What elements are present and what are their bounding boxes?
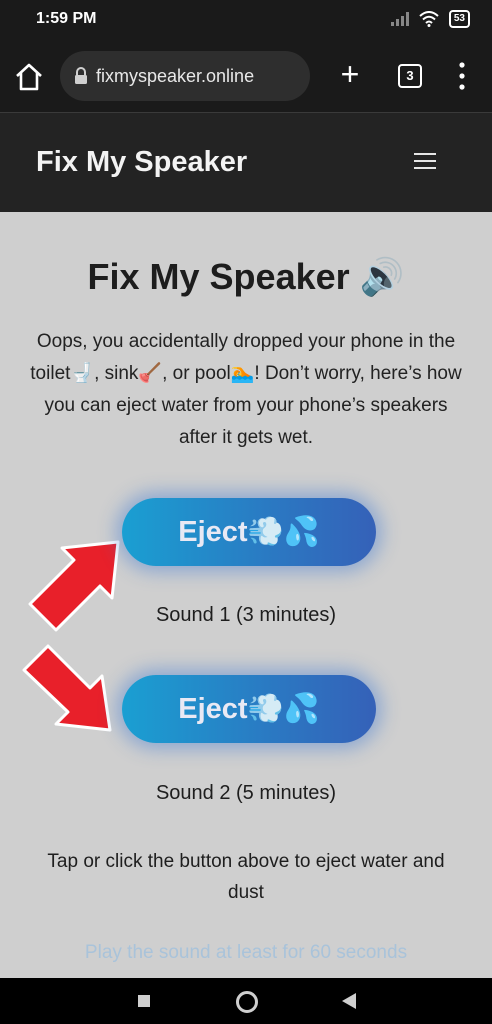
status-icons: 53 <box>390 10 470 28</box>
url-text: fixmyspeaker.online <box>96 65 255 86</box>
browser-toolbar: fixmyspeaker.online + 3 <box>0 40 492 112</box>
sound-1-label: Sound 1 (3 minutes) <box>155 604 337 626</box>
signal-icon <box>390 12 409 26</box>
intro-text: Oops, you accidentally dropped your phon… <box>30 331 462 448</box>
hint-text: Play the sound at least for 60 seconds <box>84 942 408 963</box>
address-bar[interactable]: fixmyspeaker.online <box>60 51 310 101</box>
red-arrow-icon <box>22 644 112 732</box>
tab-switcher-button[interactable]: 3 <box>398 64 422 88</box>
more-menu-icon[interactable] <box>454 60 470 92</box>
eject-sound-1-button[interactable]: Eject💨💦 <box>122 498 376 566</box>
recent-apps-icon[interactable] <box>138 995 150 1007</box>
system-nav-bar <box>0 978 492 1024</box>
instruction-text: Tap or click the button above to eject w… <box>47 851 445 903</box>
lock-icon <box>75 67 87 84</box>
battery-icon: 53 <box>448 10 470 28</box>
status-bar: 1:59 PM 53 <box>0 0 492 40</box>
main-content: Fix My Speaker 🔊 Oops, you accidentally … <box>0 212 492 978</box>
home-icon[interactable] <box>12 60 46 94</box>
status-time: 1:59 PM <box>36 10 97 27</box>
wifi-icon <box>419 11 439 27</box>
page-title: Fix My Speaker 🔊 <box>87 256 405 297</box>
new-tab-button[interactable]: + <box>334 58 366 91</box>
site-header: Fix My Speaker <box>0 112 492 213</box>
sound-2-label: Sound 2 (5 minutes) <box>155 782 337 804</box>
hamburger-menu-icon[interactable] <box>414 153 436 171</box>
site-logo-title[interactable]: Fix My Speaker <box>36 146 247 179</box>
home-nav-icon[interactable] <box>236 991 258 1013</box>
back-icon[interactable] <box>342 993 356 1009</box>
eject-sound-2-button[interactable]: Eject💨💦 <box>122 675 376 743</box>
